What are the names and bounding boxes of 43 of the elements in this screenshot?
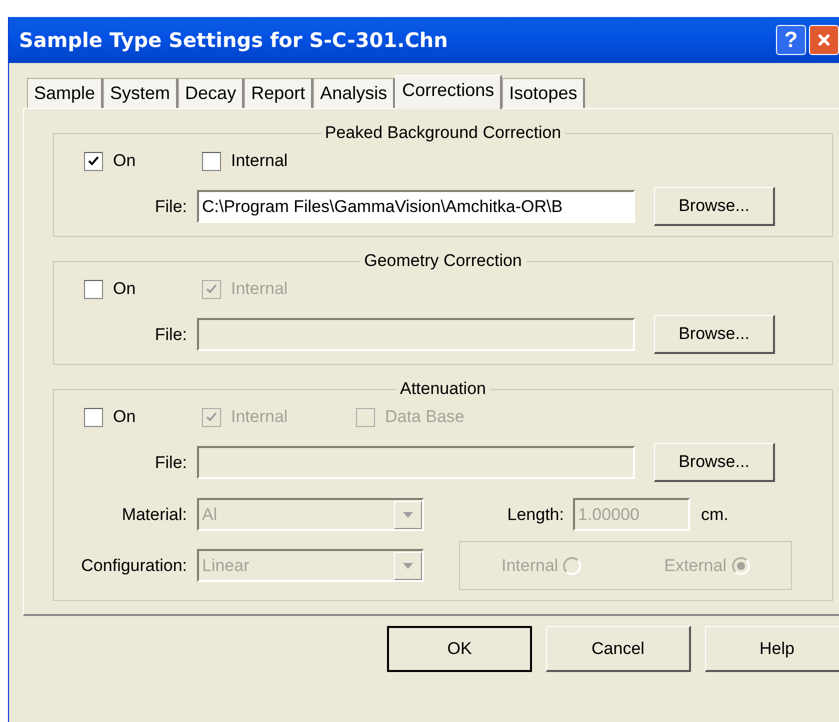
checkbox-label: Internal xyxy=(231,151,288,171)
dialog-button[interactable]: OK xyxy=(387,626,532,672)
field-label: File: xyxy=(154,324,188,344)
tab[interactable]: Report xyxy=(244,78,314,108)
tab[interactable]: Corrections xyxy=(395,75,502,109)
checkbox-label: Data Base xyxy=(385,407,464,427)
checkbox[interactable] xyxy=(84,408,103,426)
checkbox[interactable] xyxy=(202,152,221,170)
field-label: Length: xyxy=(506,504,565,524)
field-label: Configuration: xyxy=(80,556,188,576)
file-field[interactable]: C:\Program Files\GammaVision\Amchitka-OR\B xyxy=(197,190,635,223)
group-title: Attenuation xyxy=(398,379,487,399)
checkbox[interactable] xyxy=(84,152,103,170)
close-icon[interactable] xyxy=(809,25,839,55)
window-title: Sample Type Settings for S-C-301.Chn xyxy=(19,28,449,52)
radio-label: External xyxy=(664,556,726,576)
unit-label: cm. xyxy=(701,504,728,524)
group-title: Geometry Correction xyxy=(363,251,523,271)
field-label: Material: xyxy=(120,504,188,524)
checkbox-label: On xyxy=(113,151,136,171)
radio-label: Internal xyxy=(501,556,558,576)
tab[interactable]: Analysis xyxy=(313,78,396,108)
tab[interactable]: Sample xyxy=(27,78,104,108)
help-button[interactable]: ? xyxy=(776,25,806,55)
check-icon xyxy=(88,156,99,166)
browse-button[interactable]: Browse... xyxy=(654,315,775,354)
tab[interactable]: System xyxy=(103,78,178,108)
dialog-button[interactable]: Cancel xyxy=(546,626,691,672)
checkbox[interactable] xyxy=(84,280,103,298)
dialog-button[interactable]: Help xyxy=(705,626,839,672)
browse-button[interactable]: Browse... xyxy=(654,443,775,482)
check-icon xyxy=(206,284,217,294)
field-label: File: xyxy=(154,452,188,472)
checkbox-label: Internal xyxy=(231,279,288,299)
checkbox-label: On xyxy=(113,407,136,427)
checkbox-label: On xyxy=(113,279,136,299)
field-label: File: xyxy=(154,196,188,216)
browse-button[interactable]: Browse... xyxy=(654,187,775,226)
check-icon xyxy=(206,412,217,422)
tab[interactable]: Decay xyxy=(178,78,244,108)
tab[interactable]: Isotopes xyxy=(502,78,586,108)
checkbox-label: Internal xyxy=(231,407,288,427)
group-title: Peaked Background Correction xyxy=(324,123,562,143)
